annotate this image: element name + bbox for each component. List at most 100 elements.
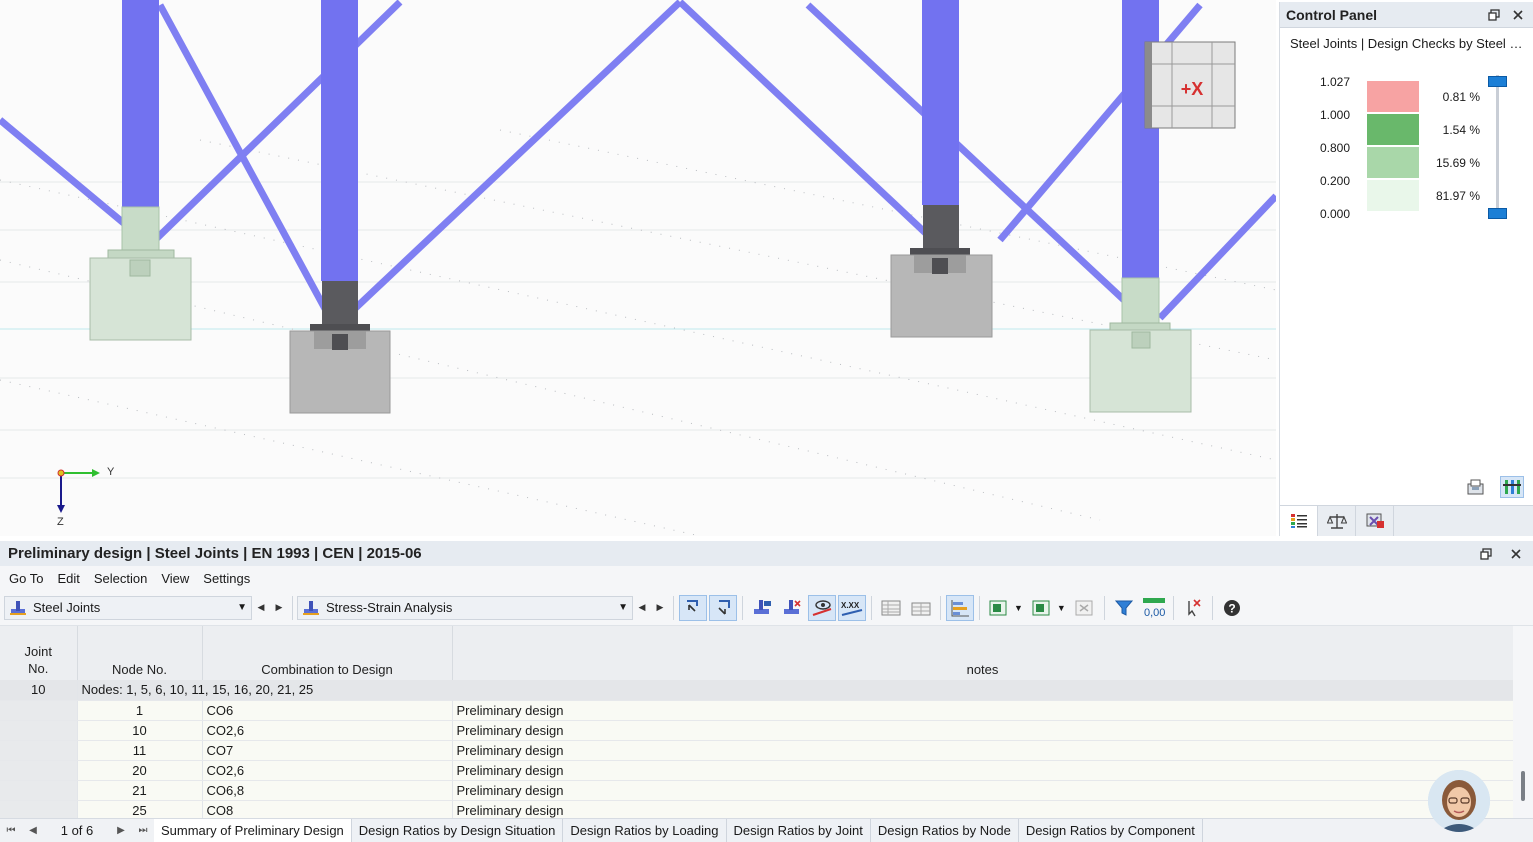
joint-cell: [0, 760, 78, 781]
header-node-no[interactable]: Node No.: [77, 638, 203, 680]
bar-chart-icon[interactable]: [946, 594, 974, 621]
tab-summary-of-preliminary-design[interactable]: Summary of Preliminary Design: [154, 819, 352, 842]
legend-value: 0.200: [1320, 174, 1351, 188]
legend-settings-icon[interactable]: [1500, 476, 1524, 498]
restore-window-icon[interactable]: [1485, 6, 1503, 24]
analysis-type-dropdown[interactable]: Stress-Strain Analysis ▼: [297, 595, 633, 620]
export-excel-icon[interactable]: [985, 595, 1013, 621]
next-arrow-icon[interactable]: ▶: [270, 596, 288, 620]
table-group-row[interactable]: 10 Nodes: 1, 5, 6, 10, 11, 15, 16, 20, 2…: [0, 680, 1513, 701]
export-legend-icon[interactable]: [1464, 476, 1488, 498]
legend-value: 1.027: [1320, 75, 1351, 89]
node-cell: 10: [77, 720, 203, 741]
table-row[interactable]: 10 CO2,6 Preliminary design: [0, 720, 1513, 741]
scrollbar-thumb[interactable]: [1521, 771, 1525, 801]
node-cell: 21: [77, 780, 203, 801]
view-cube[interactable]: +X: [1144, 41, 1236, 129]
combination-cell: CO6: [202, 700, 453, 721]
close-icon[interactable]: [1509, 6, 1527, 24]
assistant-avatar[interactable]: [1428, 770, 1490, 832]
node-cell: 25: [77, 800, 203, 818]
view-cube-label: +X: [1181, 79, 1204, 99]
table-scrollbar[interactable]: [1513, 626, 1533, 818]
chevron-down-icon: ▼: [618, 602, 628, 613]
tab-result-filter-icon[interactable]: [1356, 506, 1394, 536]
model-drawing: +X: [0, 0, 1276, 536]
header-spacer: [77, 626, 203, 638]
previous-page-icon[interactable]: ◀: [22, 819, 44, 842]
legend-range-slider[interactable]: [1496, 75, 1499, 211]
menu-go-to[interactable]: Go To: [2, 571, 50, 586]
header-notes[interactable]: notes: [452, 638, 1513, 680]
show-member-icon[interactable]: [778, 595, 806, 621]
legend-value: 0.000: [1320, 207, 1351, 221]
legend-slider-max-handle[interactable]: [1488, 76, 1507, 87]
next-arrow-icon[interactable]: ▶: [651, 596, 669, 620]
tab-design-ratios-by-loading[interactable]: Design Ratios by Loading: [563, 819, 727, 842]
results-panel-title: Preliminary design | Steel Joints | EN 1…: [8, 545, 422, 562]
table-row[interactable]: 25 CO8 Preliminary design: [0, 800, 1513, 818]
tab-balance-icon[interactable]: [1318, 506, 1356, 536]
menu-settings[interactable]: Settings: [196, 571, 257, 586]
model-viewport[interactable]: +X Y Z: [0, 0, 1276, 536]
node-cell: 1: [77, 700, 203, 721]
select-in-model-icon[interactable]: [679, 594, 707, 621]
joint-cell: [0, 780, 78, 801]
results-panel-header: Preliminary design | Steel Joints | EN 1…: [0, 541, 1533, 566]
tab-design-ratios-by-component[interactable]: Design Ratios by Component: [1018, 819, 1203, 842]
table-columns-icon[interactable]: [907, 595, 935, 621]
menu-view[interactable]: View: [154, 571, 196, 586]
header-joint-no-line2: No.: [28, 661, 49, 676]
tab-design-ratios-by-design-situation[interactable]: Design Ratios by Design Situation: [351, 819, 564, 842]
legend-slider-min-handle[interactable]: [1488, 208, 1507, 219]
menu-bar: Go To Edit Selection View Settings: [0, 566, 1533, 590]
chevron-down-icon[interactable]: ▼: [1057, 603, 1066, 613]
visibility-icon[interactable]: [808, 594, 836, 621]
legend-color-band: [1367, 147, 1419, 178]
object-type-value: Steel Joints: [33, 600, 101, 615]
table-view-icon[interactable]: [877, 595, 905, 621]
sheet-tab-bar: ⏮ ◀ 1 of 6 ▶ ⏭ Summary of Preliminary De…: [0, 818, 1533, 842]
object-type-dropdown[interactable]: Steel Joints ▼: [4, 595, 252, 620]
show-joint-icon[interactable]: [748, 595, 776, 621]
header-combination[interactable]: Combination to Design: [202, 638, 453, 680]
last-page-icon[interactable]: ⏭: [132, 819, 154, 842]
control-panel-title: Control Panel: [1286, 6, 1378, 23]
table-row[interactable]: 20 CO2,6 Preliminary design: [0, 760, 1513, 781]
note-cell: Preliminary design: [452, 700, 1513, 721]
filter-icon[interactable]: [1110, 595, 1138, 621]
control-panel-header: Control Panel: [1280, 2, 1533, 28]
previous-arrow-icon[interactable]: ◀: [252, 596, 270, 620]
decimal-values-icon[interactable]: X.XX: [838, 594, 866, 621]
table-row[interactable]: 21 CO6,8 Preliminary design: [0, 780, 1513, 801]
first-page-icon[interactable]: ⏮: [0, 819, 22, 842]
import-excel-icon[interactable]: [1028, 595, 1056, 621]
menu-edit[interactable]: Edit: [50, 571, 86, 586]
export-disabled-icon[interactable]: [1071, 595, 1099, 621]
previous-arrow-icon[interactable]: ◀: [633, 596, 651, 620]
control-panel-tools: [1280, 472, 1533, 504]
select-in-table-icon[interactable]: [709, 594, 737, 621]
next-page-icon[interactable]: ▶: [110, 819, 132, 842]
table-row[interactable]: 1 CO6 Preliminary design: [0, 700, 1513, 721]
value-display-icon[interactable]: 0,00: [1140, 595, 1168, 621]
help-icon[interactable]: ?: [1218, 595, 1246, 621]
table-row[interactable]: 11 CO7 Preliminary design: [0, 740, 1513, 761]
results-panel: Preliminary design | Steel Joints | EN 1…: [0, 541, 1533, 842]
tab-color-scales-icon[interactable]: [1280, 506, 1318, 536]
legend-percent: 81.97 %: [1435, 189, 1480, 203]
tab-design-ratios-by-node[interactable]: Design Ratios by Node: [870, 819, 1019, 842]
chevron-down-icon[interactable]: ▼: [1014, 603, 1023, 613]
tab-design-ratios-by-joint[interactable]: Design Ratios by Joint: [726, 819, 871, 842]
restore-window-icon[interactable]: [1477, 545, 1495, 563]
control-panel: Control Panel Steel Joints | Design Chec…: [1279, 2, 1533, 536]
axis-y-label: Y: [107, 466, 115, 478]
joint-cell: [0, 800, 78, 818]
menu-selection[interactable]: Selection: [87, 571, 154, 586]
header-joint-no[interactable]: Joint No.: [0, 638, 78, 680]
close-icon[interactable]: [1507, 545, 1525, 563]
node-cell: 20: [77, 760, 203, 781]
pointer-cancel-icon[interactable]: [1179, 595, 1207, 621]
combination-cell: CO2,6: [202, 720, 453, 741]
axis-z-label: Z: [57, 516, 64, 528]
